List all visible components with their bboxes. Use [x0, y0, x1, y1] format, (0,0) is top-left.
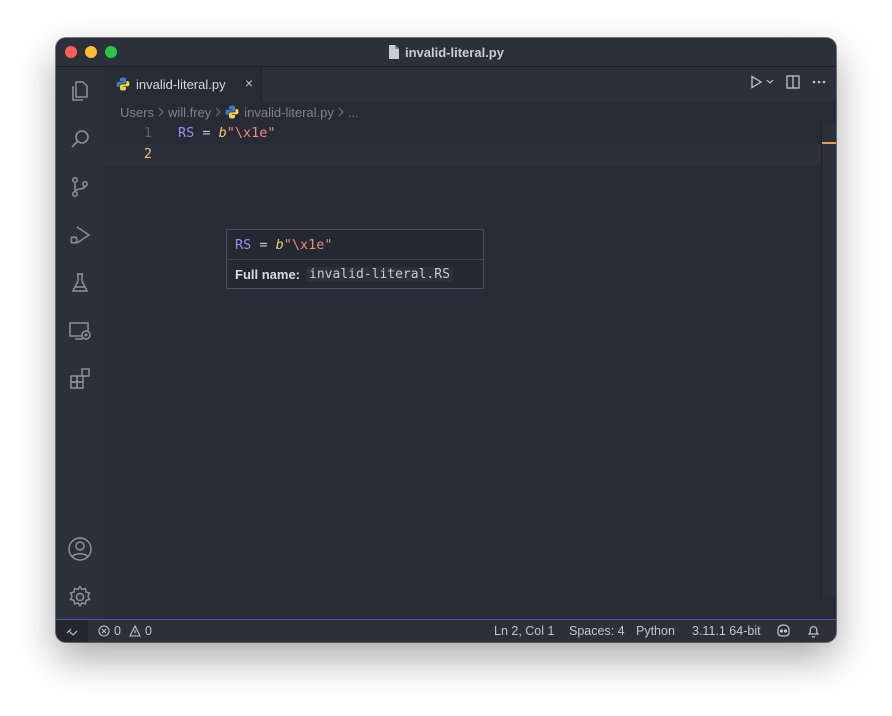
title-bar: invalid-literal.py: [56, 38, 836, 67]
python-interpreter[interactable]: 3.11.1 64-bit: [692, 624, 761, 638]
editor-actions: [750, 75, 826, 89]
breadcrumb-item[interactable]: Users: [120, 105, 154, 120]
hover-divider: [227, 259, 483, 260]
code-line: 1 RS = b"\x1e": [104, 123, 836, 144]
code-editor[interactable]: 1 RS = b"\x1e" 2 RS = b"\x1e" Full name:…: [104, 123, 836, 619]
run-python-file-icon[interactable]: [750, 75, 774, 89]
more-actions-icon[interactable]: [812, 75, 826, 89]
error-icon: [98, 625, 110, 637]
breadcrumb-item[interactable]: ...: [348, 105, 359, 120]
breadcrumb-item[interactable]: will.frey: [168, 105, 211, 120]
chevron-right-icon: [158, 107, 164, 117]
vscode-window: invalid-literal.py invalid-literal.py × …: [56, 38, 836, 642]
search-icon[interactable]: [66, 125, 94, 153]
warning-icon: [129, 625, 141, 637]
editor-tabs-bar: invalid-literal.py ×: [104, 67, 836, 101]
hover-tooltip: RS = b"\x1e" Full name: invalid-literal.…: [226, 229, 484, 289]
copilot-icon[interactable]: [776, 624, 791, 637]
account-icon[interactable]: [66, 535, 94, 563]
warning-count: 0: [144, 624, 152, 638]
extensions-icon[interactable]: [66, 365, 94, 393]
editor-scrollbar[interactable]: [821, 123, 836, 597]
full-name-value: invalid-literal.RS: [306, 267, 453, 282]
testing-icon[interactable]: [66, 269, 94, 297]
chevron-right-icon: [338, 107, 344, 117]
language-mode[interactable]: Python: [636, 624, 675, 638]
code-text: RS = b"\x1e": [178, 125, 276, 141]
cursor-position[interactable]: Ln 2, Col 1: [494, 624, 554, 638]
full-name-label: Full name:: [235, 267, 301, 282]
hover-full-name: Full name: invalid-literal.RS: [235, 267, 453, 282]
problems-indicator[interactable]: 0 0: [98, 624, 152, 638]
status-bar: 0 0 Ln 2, Col 1 Spaces: 4 Python 3.11.1 …: [56, 619, 836, 642]
cursor-position-marker: [822, 142, 836, 144]
window-title: invalid-literal.py: [56, 38, 836, 66]
hover-signature: RS = b"\x1e": [235, 237, 333, 253]
run-debug-icon[interactable]: [66, 221, 94, 249]
python-icon: [116, 77, 130, 91]
split-editor-icon[interactable]: [786, 75, 800, 89]
remote-explorer-icon[interactable]: [66, 317, 94, 345]
activity-bar: [56, 67, 104, 619]
code-line-current: 2: [104, 144, 836, 165]
breadcrumb-item[interactable]: invalid-literal.py: [244, 105, 334, 120]
file-icon: [388, 45, 399, 59]
settings-gear-icon[interactable]: [66, 583, 94, 611]
remote-icon: [66, 626, 78, 638]
remote-indicator[interactable]: [56, 620, 88, 642]
source-control-icon[interactable]: [66, 173, 94, 201]
error-count: 0: [114, 624, 121, 638]
line-number: 2: [143, 146, 152, 162]
breadcrumb: Users will.frey invalid-literal.py ...: [104, 101, 836, 123]
explorer-icon[interactable]: [66, 77, 94, 105]
indentation[interactable]: Spaces: 4: [569, 624, 625, 638]
notifications-bell-icon[interactable]: [807, 624, 820, 638]
tab-label: invalid-literal.py: [136, 76, 226, 92]
python-icon: [225, 105, 239, 119]
window-title-text: invalid-literal.py: [405, 44, 504, 60]
tab-invalid-literal[interactable]: invalid-literal.py ×: [104, 67, 262, 101]
tab-close-icon[interactable]: ×: [245, 75, 253, 91]
chevron-right-icon: [215, 107, 222, 117]
line-number: 1: [143, 125, 152, 141]
